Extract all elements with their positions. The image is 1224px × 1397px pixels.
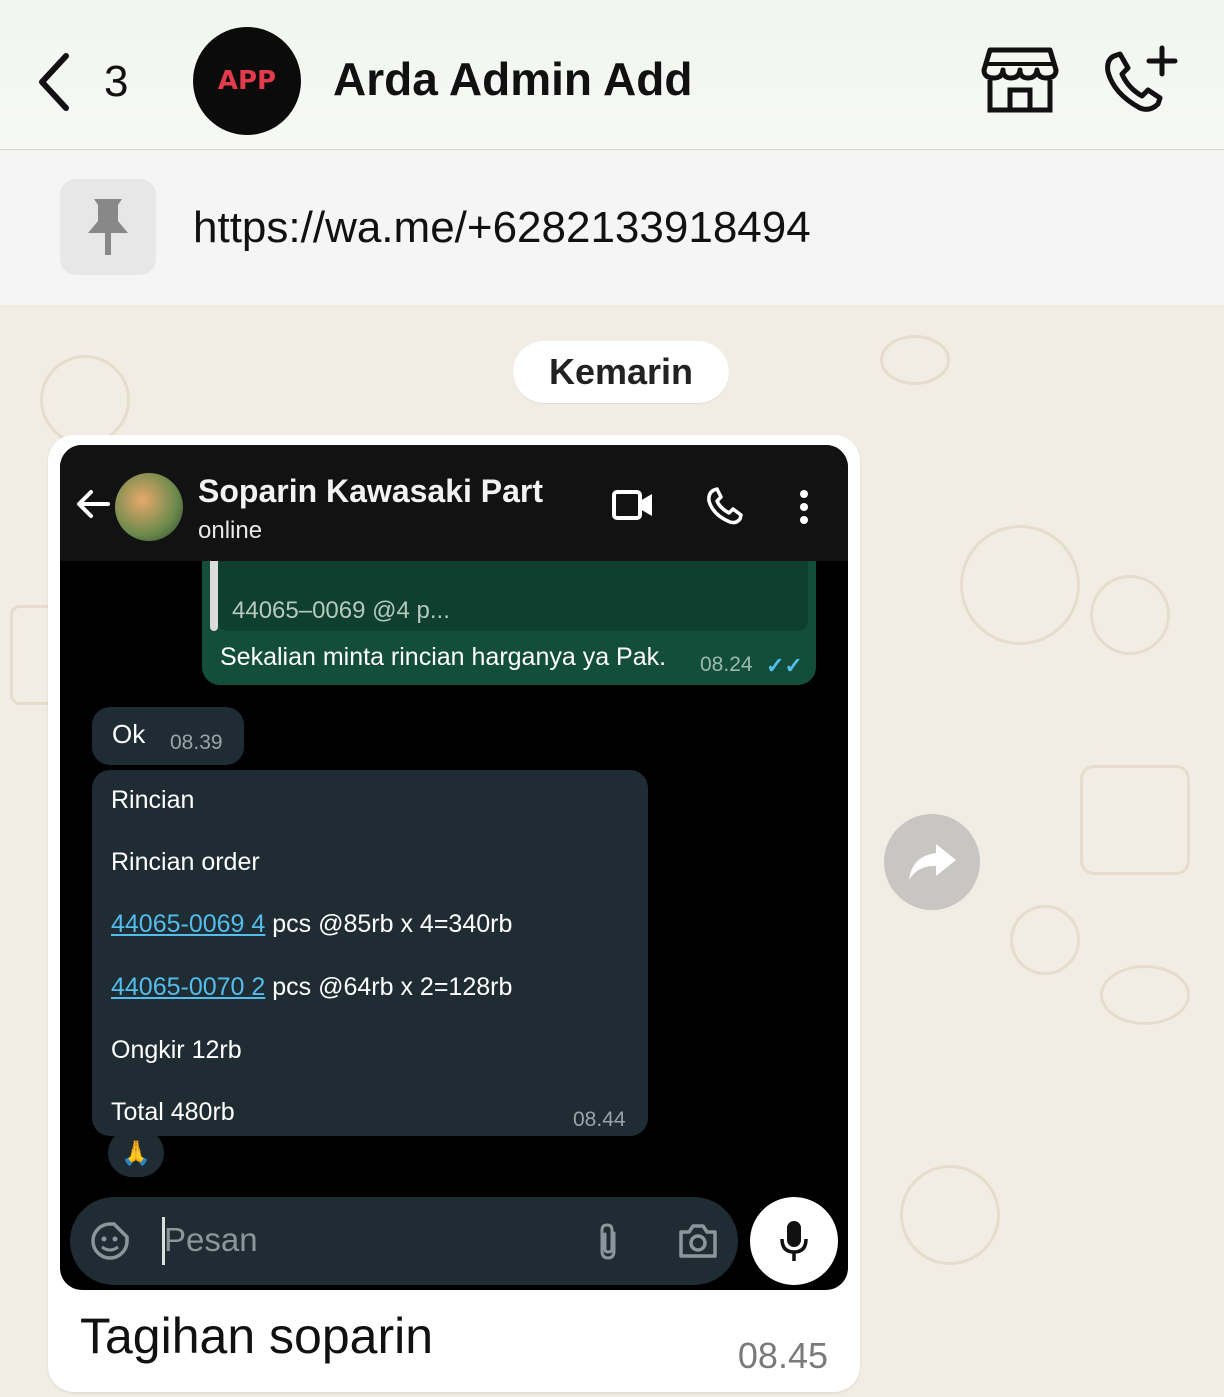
- incoming-line: Total 480rb: [111, 1098, 235, 1126]
- back-button[interactable]: 3: [34, 50, 144, 114]
- image-message-bubble[interactable]: Soparin Kawasaki Part online 44065–0069 …: [48, 435, 860, 1392]
- avatar-logo-text: APP: [217, 66, 277, 96]
- avatar[interactable]: APP: [193, 27, 301, 135]
- wallpaper-doodle: [900, 1165, 1000, 1265]
- forward-icon: [909, 844, 956, 880]
- arrow-left-icon: [77, 490, 110, 518]
- quote-bar: [210, 561, 218, 631]
- chevron-left-icon: [39, 53, 69, 111]
- wallpaper-doodle: [40, 355, 130, 445]
- inner-chat-header: Soparin Kawasaki Part online: [60, 445, 848, 561]
- outgoing-text: Sekalian minta rincian harganya ya Pak.: [220, 643, 667, 671]
- part-number-link: 44065-0070 2: [111, 973, 266, 1001]
- part-number-link: 44065-0069 4: [111, 910, 266, 938]
- wallpaper-doodle: [880, 335, 950, 385]
- inner-mic-button: [750, 1197, 838, 1285]
- incoming-message: Rincian Rincian order 44065-0069 4 pcs @…: [92, 770, 648, 1136]
- add-call-button[interactable]: [1100, 44, 1180, 116]
- compose-placeholder: Pesan: [164, 1221, 258, 1258]
- chat-title[interactable]: Arda Admin Add: [333, 52, 692, 106]
- store-button[interactable]: [980, 44, 1060, 116]
- wallpaper-doodle: [1010, 905, 1080, 975]
- microphone-icon: [780, 1221, 808, 1261]
- order-line-text: pcs @64rb x 2=128rb: [265, 973, 513, 1001]
- forward-button[interactable]: [884, 814, 980, 910]
- pinned-text[interactable]: https://wa.me/+6282133918494: [193, 203, 811, 253]
- incoming-line: Rincian order: [111, 848, 260, 876]
- incoming-line: Rincian: [111, 786, 195, 814]
- reaction-emoji: 🙏: [108, 1129, 164, 1177]
- incoming-text: Ok: [112, 719, 146, 749]
- wallpaper-doodle: [1090, 575, 1170, 655]
- inner-contact-name: Soparin Kawasaki Part: [198, 473, 544, 509]
- inner-avatar: [115, 473, 183, 541]
- incoming-time: 08.44: [573, 1108, 626, 1131]
- message-caption: Tagihan soparin: [80, 1308, 434, 1364]
- incoming-line: 44065-0069 4 pcs @85rb x 4=340rb: [111, 910, 512, 939]
- wallpaper-doodle: [960, 525, 1080, 645]
- pin-icon-box: [60, 179, 156, 275]
- camera-icon: [679, 1224, 717, 1258]
- date-separator: Kemarin: [513, 341, 729, 403]
- video-call-icon: [612, 490, 652, 520]
- store-icon: [981, 47, 1059, 113]
- inner-compose-bar: Pesan: [70, 1197, 738, 1285]
- incoming-line: Ongkir 12rb: [111, 1036, 242, 1064]
- chat-header: 3 APP Arda Admin Add: [0, 0, 1224, 150]
- outgoing-message: 44065–0069 @4 p... Sekalian minta rincia…: [202, 561, 816, 685]
- attached-screenshot[interactable]: Soparin Kawasaki Part online 44065–0069 …: [60, 445, 848, 1290]
- read-receipt-icon: ✓✓: [766, 653, 803, 678]
- add-call-icon: [1105, 45, 1178, 112]
- outgoing-time: 08.24: [700, 653, 753, 676]
- wallpaper-doodle: [1100, 965, 1190, 1025]
- message-time: 08.45: [737, 1335, 828, 1376]
- unread-count: 3: [104, 57, 129, 106]
- order-line-text: pcs @85rb x 4=340rb: [265, 910, 513, 938]
- phone-icon: [707, 487, 743, 525]
- incoming-line: 44065-0070 2 pcs @64rb x 2=128rb: [111, 973, 512, 1002]
- paperclip-icon: [600, 1223, 616, 1260]
- pin-icon: [88, 199, 128, 255]
- pinned-message-bar[interactable]: https://wa.me/+6282133918494: [0, 151, 1224, 305]
- sticker-icon: [91, 1222, 129, 1260]
- incoming-time: 08.39: [170, 731, 223, 754]
- incoming-message: Ok 08.39: [92, 707, 244, 765]
- inner-contact-status: online: [198, 517, 263, 544]
- more-options-icon: [800, 490, 808, 524]
- quoted-text: 44065–0069 @4 p...: [232, 597, 450, 624]
- wallpaper-doodle: [1080, 765, 1190, 875]
